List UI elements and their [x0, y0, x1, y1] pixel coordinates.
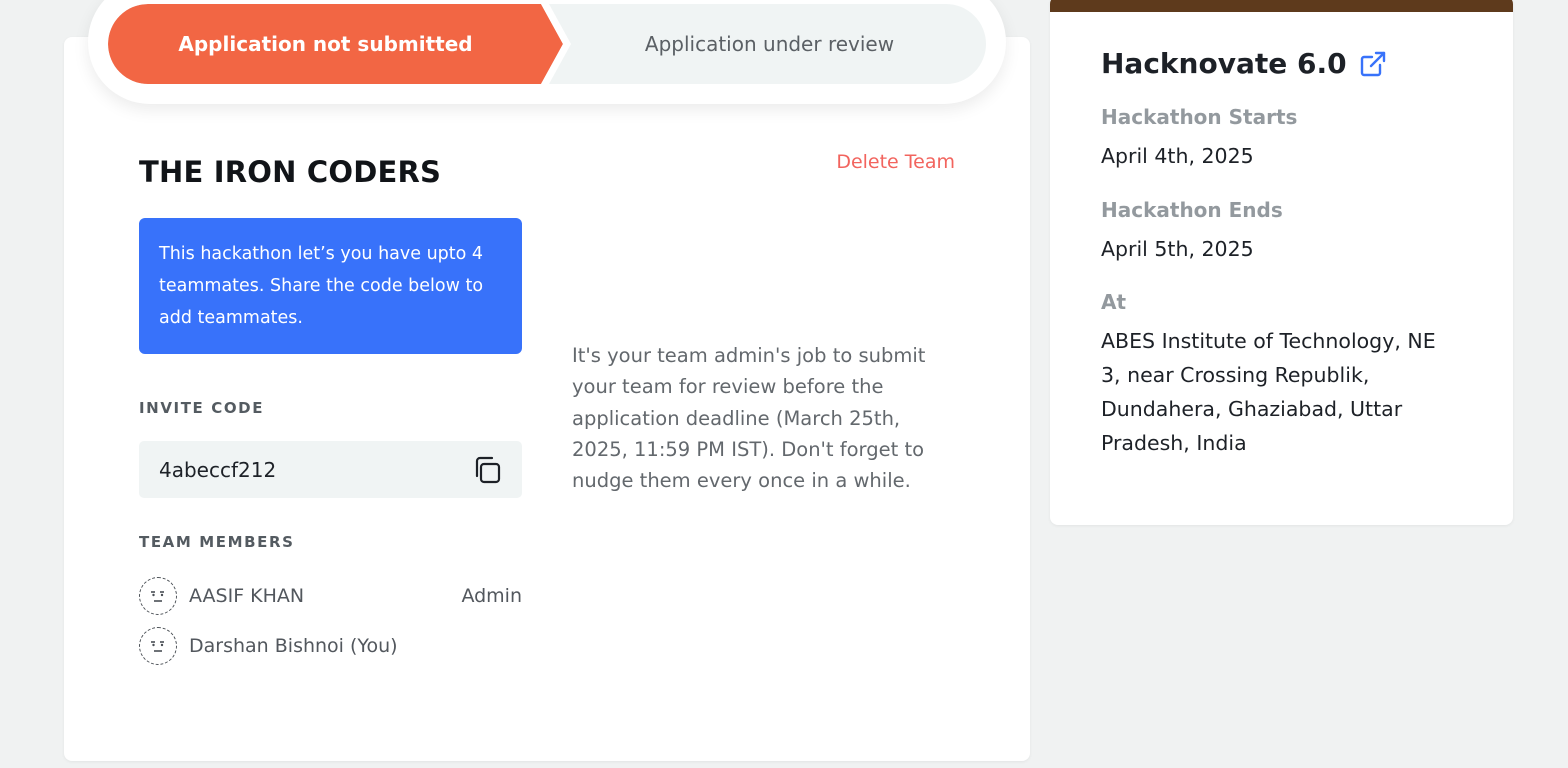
status-steps: Application not submitted Application un…: [108, 4, 986, 84]
start-date: April 4th, 2025: [1101, 144, 1254, 168]
member-role-badge: Admin: [461, 585, 522, 607]
admin-submit-note: It's your team admin's job to submit you…: [572, 344, 926, 493]
team-name: THE IRON CODERS: [139, 155, 442, 189]
invite-code-field: 4abeccf212: [139, 441, 522, 498]
team-member-row: Darshan Bishnoi (You): [139, 627, 522, 665]
avatar: [139, 577, 177, 615]
team-member-row: AASIF KHAN Admin: [139, 577, 522, 615]
face-icon: [151, 641, 164, 652]
member-name: Darshan Bishnoi (You): [189, 635, 398, 657]
event-banner: [1050, 0, 1513, 12]
step-application-not-submitted: Application not submitted: [108, 4, 563, 84]
external-link-icon[interactable]: [1359, 50, 1387, 78]
event-title-text: Hacknovate 6.0: [1101, 47, 1347, 80]
delete-team-button[interactable]: Delete Team: [836, 151, 955, 173]
copy-icon[interactable]: [472, 455, 502, 485]
teammates-info-box: This hackathon let’s you have upto 4 tea…: [139, 218, 522, 354]
step-application-under-review: Application under review: [644, 32, 895, 56]
member-name: AASIF KHAN: [189, 585, 305, 607]
event-location: ABES Institute of Technology, NE 3, near…: [1101, 329, 1436, 455]
end-date: April 5th, 2025: [1101, 237, 1254, 261]
end-label: Hackathon Ends: [1101, 198, 1283, 222]
team-members-label: TEAM MEMBERS: [139, 533, 295, 551]
event-card: Hacknovate 6.0 Hackathon Starts April 4t…: [1050, 0, 1513, 525]
invite-code-value: 4abeccf212: [159, 457, 277, 482]
invite-code-label: INVITE CODE: [139, 399, 265, 417]
event-title: Hacknovate 6.0: [1101, 47, 1387, 80]
face-icon: [151, 591, 164, 602]
start-label: Hackathon Starts: [1101, 105, 1298, 129]
location-label: At: [1101, 290, 1127, 314]
avatar: [139, 627, 177, 665]
